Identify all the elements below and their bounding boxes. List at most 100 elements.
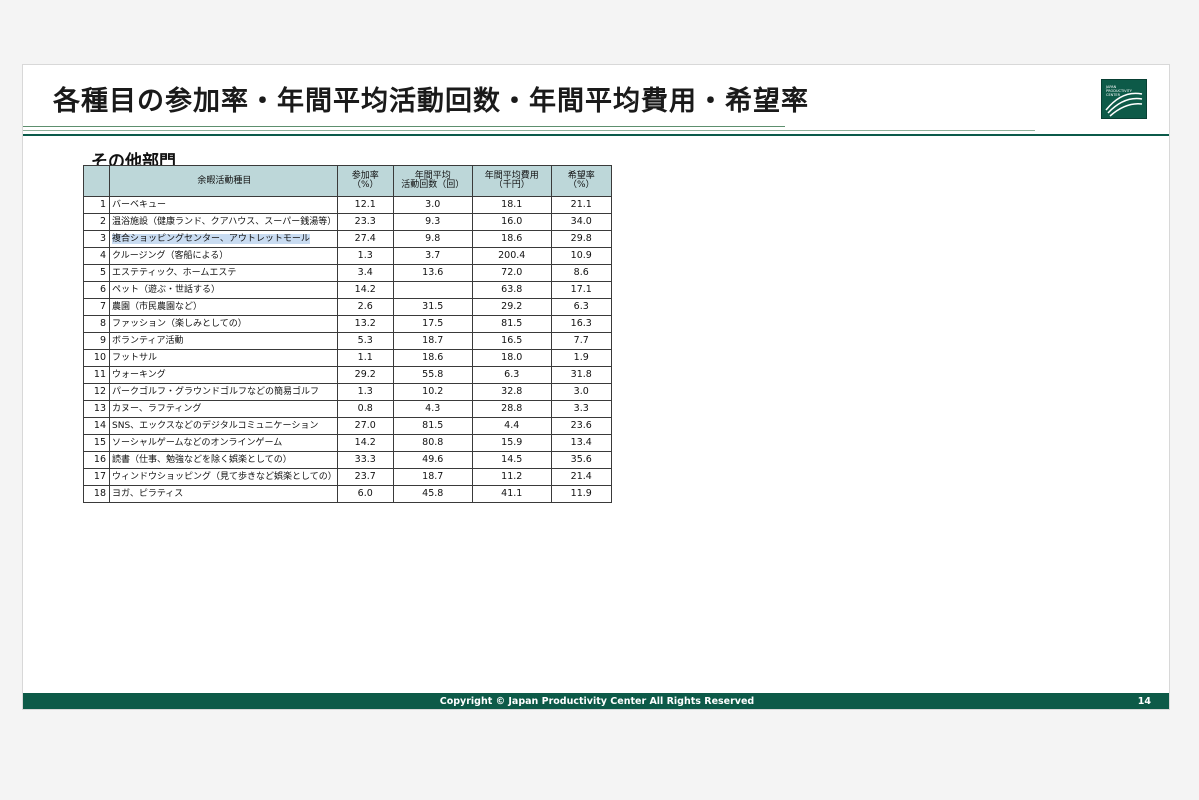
row-participation: 27.4 xyxy=(336,230,394,248)
table-row: 15 ソーシャルゲームなどのオンラインゲーム 14.2 80.8 15.9 13.4 xyxy=(83,434,612,452)
table-row: 13 カヌー、ラフティング 0.8 4.3 28.8 3.3 xyxy=(83,400,612,418)
row-hope: 34.0 xyxy=(550,213,612,231)
row-hope: 1.9 xyxy=(550,349,612,367)
row-frequency: 18.6 xyxy=(392,349,473,367)
slide: 各種目の参加率・年間平均活動回数・年間平均費用・希望率 JAPAN PRODUC… xyxy=(22,64,1170,710)
row-participation: 13.2 xyxy=(336,315,394,333)
activity-label: ヨガ、ピラティス xyxy=(112,488,184,499)
activity-label: ボランティア活動 xyxy=(112,335,184,346)
row-frequency: 55.8 xyxy=(392,366,473,384)
row-cost: 63.8 xyxy=(471,281,552,299)
row-frequency: 18.7 xyxy=(392,332,473,350)
table-row: 3 複合ショッピングセンター、アウトレットモール 27.4 9.8 18.6 29.8 xyxy=(83,230,612,248)
row-cost: 4.4 xyxy=(471,417,552,435)
row-frequency: 17.5 xyxy=(392,315,473,333)
row-participation: 27.0 xyxy=(336,417,394,435)
header-hope-line2: （%） xyxy=(567,180,595,190)
table-row: 18 ヨガ、ピラティス 6.0 45.8 41.1 11.9 xyxy=(83,485,612,503)
title-rule-3 xyxy=(23,134,1169,136)
row-cost: 41.1 xyxy=(471,485,552,503)
row-activity-name: 読書（仕事、勉強などを除く娯楽としての） xyxy=(109,451,338,469)
table-row: 16 読書（仕事、勉強などを除く娯楽としての） 33.3 49.6 14.5 35.6 xyxy=(83,451,612,469)
header-participation: 参加率 （%） xyxy=(336,165,394,197)
row-frequency: 31.5 xyxy=(392,298,473,316)
row-no: 13 xyxy=(83,400,110,418)
row-activity-name: ウォーキング xyxy=(109,366,338,384)
row-hope: 17.1 xyxy=(550,281,612,299)
row-hope: 31.8 xyxy=(550,366,612,384)
row-participation: 23.7 xyxy=(336,468,394,486)
row-frequency: 13.6 xyxy=(392,264,473,282)
row-cost: 16.5 xyxy=(471,332,552,350)
row-activity-name: ボランティア活動 xyxy=(109,332,338,350)
row-participation: 3.4 xyxy=(336,264,394,282)
row-frequency xyxy=(392,281,473,299)
title-rule-1 xyxy=(23,126,785,127)
table-row: 7 農園（市民農園など） 2.6 31.5 29.2 6.3 xyxy=(83,298,612,316)
row-cost: 6.3 xyxy=(471,366,552,384)
row-no: 6 xyxy=(83,281,110,299)
row-activity-name: ヨガ、ピラティス xyxy=(109,485,338,503)
activity-label: カヌー、ラフティング xyxy=(112,403,202,414)
row-hope: 3.3 xyxy=(550,400,612,418)
row-cost: 29.2 xyxy=(471,298,552,316)
table-header-row: 余暇活動種目 参加率 （%） 年間平均 活動回数（回） 年間平均費用 （千円） … xyxy=(83,165,612,197)
table-row: 12 パークゴルフ・グラウンドゴルフなどの簡易ゴルフ 1.3 10.2 32.8 3.0 xyxy=(83,383,612,401)
row-no: 18 xyxy=(83,485,110,503)
row-activity-name: 複合ショッピングセンター、アウトレットモール xyxy=(109,230,338,248)
header-participation-line2: （%） xyxy=(351,180,379,190)
row-cost: 28.8 xyxy=(471,400,552,418)
row-frequency: 18.7 xyxy=(392,468,473,486)
row-activity-name: パークゴルフ・グラウンドゴルフなどの簡易ゴルフ xyxy=(109,383,338,401)
row-no: 10 xyxy=(83,349,110,367)
row-no: 5 xyxy=(83,264,110,282)
table-row: 8 ファッション（楽しみとしての） 13.2 17.5 81.5 16.3 xyxy=(83,315,612,333)
row-no: 1 xyxy=(83,196,110,214)
table-row: 6 ペット（遊ぶ・世話する） 14.2 63.8 17.1 xyxy=(83,281,612,299)
row-participation: 6.0 xyxy=(336,485,394,503)
table-row: 1 バーベキュー 12.1 3.0 18.1 21.1 xyxy=(83,196,612,214)
header-frequency: 年間平均 活動回数（回） xyxy=(392,165,473,197)
row-activity-name: 農園（市民農園など） xyxy=(109,298,338,316)
row-activity-name: クルージング（客船による） xyxy=(109,247,338,265)
row-frequency: 45.8 xyxy=(392,485,473,503)
row-hope: 23.6 xyxy=(550,417,612,435)
logo: JAPAN PRODUCTIVITY CENTER xyxy=(1101,79,1147,119)
table-row: 4 クルージング（客船による） 1.3 3.7 200.4 10.9 xyxy=(83,247,612,265)
activity-label: フットサル xyxy=(112,352,158,363)
row-no: 16 xyxy=(83,451,110,469)
activity-label: 複合ショッピングセンター、アウトレットモール xyxy=(112,233,310,244)
row-participation: 5.3 xyxy=(336,332,394,350)
row-hope: 35.6 xyxy=(550,451,612,469)
row-cost: 16.0 xyxy=(471,213,552,231)
row-hope: 10.9 xyxy=(550,247,612,265)
row-frequency: 9.3 xyxy=(392,213,473,231)
row-no: 9 xyxy=(83,332,110,350)
table-row: 5 エステティック、ホームエステ 3.4 13.6 72.0 8.6 xyxy=(83,264,612,282)
row-frequency: 3.7 xyxy=(392,247,473,265)
activity-label: クルージング（客船による） xyxy=(112,250,229,261)
activity-label: パークゴルフ・グラウンドゴルフなどの簡易ゴルフ xyxy=(112,386,320,397)
row-activity-name: フットサル xyxy=(109,349,338,367)
row-participation: 2.6 xyxy=(336,298,394,316)
row-activity-name: ペット（遊ぶ・世話する） xyxy=(109,281,338,299)
row-cost: 200.4 xyxy=(471,247,552,265)
row-frequency: 49.6 xyxy=(392,451,473,469)
row-participation: 14.2 xyxy=(336,434,394,452)
row-no: 17 xyxy=(83,468,110,486)
header-hope: 希望率 （%） xyxy=(550,165,612,197)
header-activity: 余暇活動種目 xyxy=(109,165,338,197)
svg-text:CENTER: CENTER xyxy=(1106,93,1121,97)
slide-title: 各種目の参加率・年間平均活動回数・年間平均費用・希望率 xyxy=(53,86,809,117)
row-hope: 21.1 xyxy=(550,196,612,214)
row-hope: 21.4 xyxy=(550,468,612,486)
header-no xyxy=(83,165,110,197)
row-activity-name: ソーシャルゲームなどのオンラインゲーム xyxy=(109,434,338,452)
row-hope: 13.4 xyxy=(550,434,612,452)
activity-label: バーベキュー xyxy=(112,199,167,210)
row-activity-name: 温浴施設（健康ランド、クアハウス、スーパー銭湯等） xyxy=(109,213,338,231)
table-row: 9 ボランティア活動 5.3 18.7 16.5 7.7 xyxy=(83,332,612,350)
activity-label: ペット（遊ぶ・世話する） xyxy=(112,284,221,295)
row-cost: 15.9 xyxy=(471,434,552,452)
row-hope: 7.7 xyxy=(550,332,612,350)
